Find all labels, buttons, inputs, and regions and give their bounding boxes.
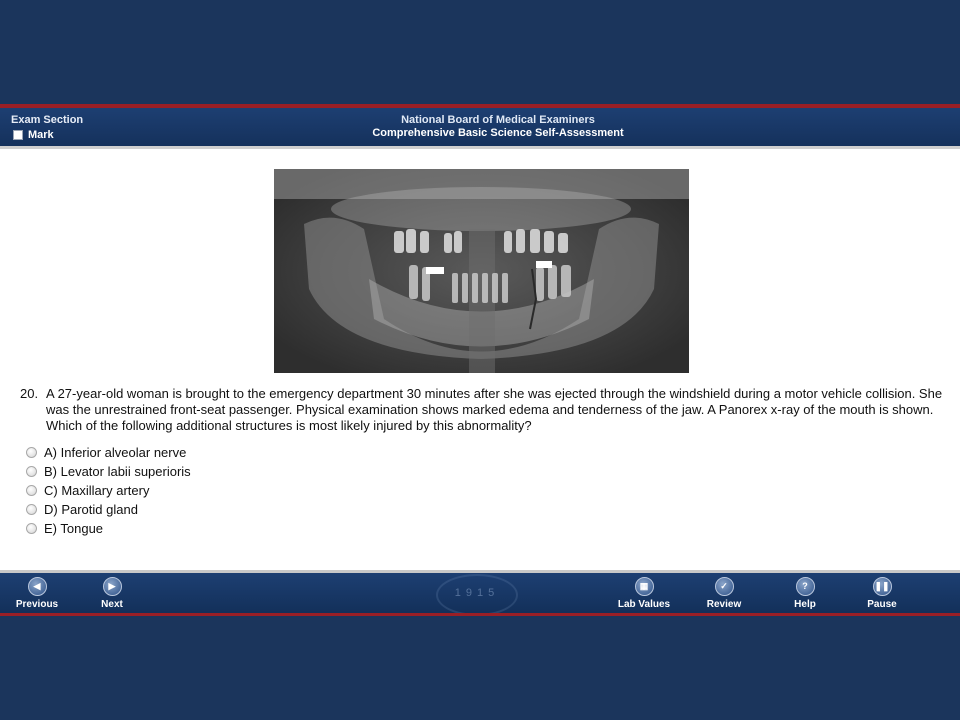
review-button[interactable]: ✓ Review (694, 577, 754, 610)
answer-option-label[interactable]: D) Parotid gland (44, 502, 138, 517)
answer-option-a[interactable]: A) Inferior alveolar nerve (26, 443, 191, 462)
answer-option-c[interactable]: C) Maxillary artery (26, 481, 191, 500)
radio-button[interactable] (26, 504, 37, 515)
radio-button[interactable] (26, 466, 37, 477)
next-label[interactable]: Next (82, 599, 142, 610)
question-mark-icon[interactable]: ? (795, 577, 815, 596)
help-button[interactable]: ? Help (775, 577, 835, 610)
answer-option-label[interactable]: B) Levator labii superioris (44, 464, 191, 479)
answer-option-d[interactable]: D) Parotid gland (26, 500, 191, 519)
radio-button[interactable] (26, 523, 37, 534)
exam-header: Exam Section Mark National Board of Medi… (0, 108, 960, 146)
lab-values-button[interactable]: ▦ Lab Values (614, 577, 674, 610)
question-stem: A 27-year-old woman is brought to the em… (46, 386, 943, 433)
header-organization-title: National Board of Medical Examiners (401, 114, 595, 126)
header-exam-title: Comprehensive Basic Science Self-Assessm… (372, 127, 624, 139)
answer-option-label[interactable]: E) Tongue (44, 521, 103, 536)
review-label[interactable]: Review (694, 599, 754, 610)
chevron-right-icon[interactable]: ▶ (102, 577, 122, 596)
chevron-left-icon[interactable]: ◀ (27, 577, 47, 596)
next-button[interactable]: ▶ Next (82, 577, 142, 610)
checkmark-icon[interactable]: ✓ (714, 577, 734, 596)
answer-option-label[interactable]: C) Maxillary artery (44, 483, 149, 498)
pause-button[interactable]: ❚❚ Pause (852, 577, 912, 610)
panorex-xray-image (274, 169, 689, 373)
question-panel: 20. A 27-year-old woman is brought to th… (0, 149, 960, 570)
footer-bottom-stripe (0, 613, 960, 616)
pause-label[interactable]: Pause (852, 599, 912, 610)
answer-option-e[interactable]: E) Tongue (26, 519, 191, 538)
help-label[interactable]: Help (775, 599, 835, 610)
previous-label[interactable]: Previous (7, 599, 67, 610)
radio-button[interactable] (26, 485, 37, 496)
nbme-seal-watermark: 1915 (436, 574, 518, 616)
navigation-toolbar: 1915 ◀ Previous ▶ Next ▦ Lab Values ✓ Re… (0, 573, 960, 616)
answer-option-b[interactable]: B) Levator labii superioris (26, 462, 191, 481)
answer-options: A) Inferior alveolar nerve B) Levator la… (26, 443, 191, 538)
lab-values-label[interactable]: Lab Values (614, 599, 674, 610)
question-number: 20. (20, 386, 39, 401)
pause-icon[interactable]: ❚❚ (872, 577, 892, 596)
radio-button[interactable] (26, 447, 37, 458)
previous-button[interactable]: ◀ Previous (7, 577, 67, 610)
lab-values-icon[interactable]: ▦ (634, 577, 654, 596)
seal-year: 1915 (454, 587, 500, 599)
answer-option-label[interactable]: A) Inferior alveolar nerve (44, 445, 186, 460)
